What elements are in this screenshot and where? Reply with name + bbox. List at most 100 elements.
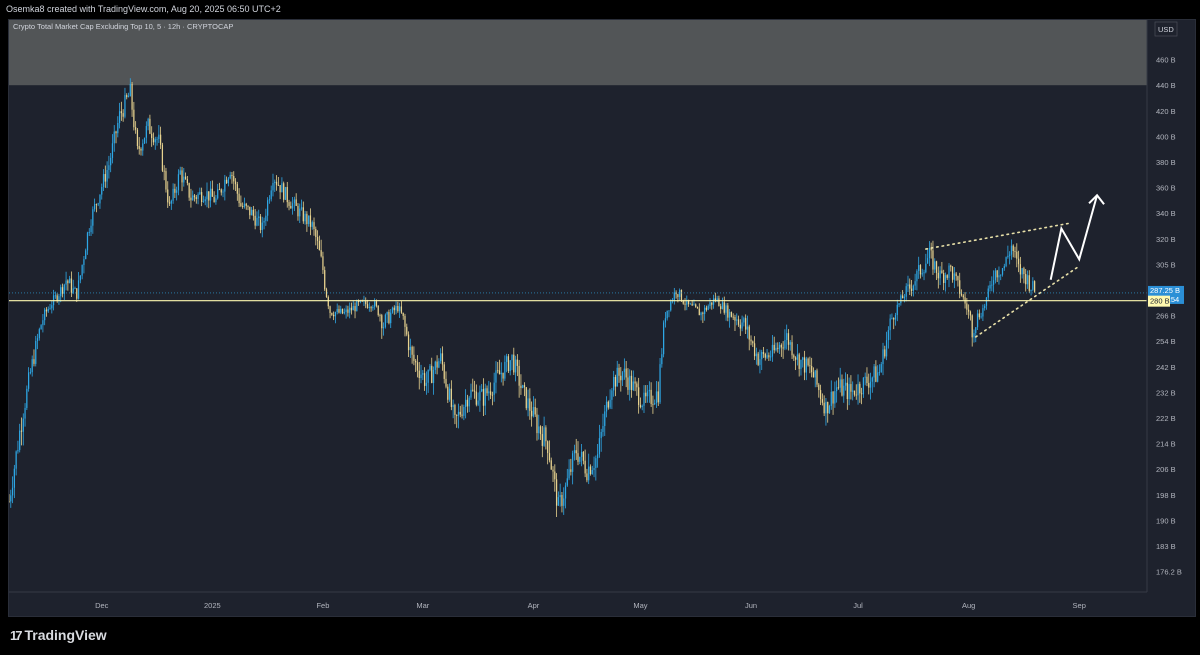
candle-body xyxy=(570,469,572,472)
candle-body xyxy=(869,381,872,388)
candle-body xyxy=(220,189,222,193)
candle-body xyxy=(509,360,511,372)
candle-body xyxy=(470,389,472,398)
candle-body xyxy=(110,157,112,166)
candle-body xyxy=(539,426,542,435)
candle-body xyxy=(934,261,936,270)
candle-body xyxy=(887,330,889,341)
candle-body xyxy=(859,383,861,394)
candle-body xyxy=(183,176,185,183)
candle-body xyxy=(809,365,811,367)
candle-body xyxy=(438,361,440,368)
candle-body xyxy=(900,295,902,304)
candle-body xyxy=(281,183,283,193)
candle-body xyxy=(935,261,938,273)
candle-body xyxy=(67,280,69,284)
candle-body xyxy=(534,407,536,415)
candle-body xyxy=(498,370,501,375)
candle-body xyxy=(941,270,943,273)
candle-body xyxy=(572,453,574,472)
candle-body xyxy=(277,184,279,186)
candle-body xyxy=(853,390,856,395)
candle-body xyxy=(850,384,852,392)
candle-body xyxy=(996,270,998,278)
candle-body xyxy=(131,83,133,110)
candle-body xyxy=(677,294,679,297)
candle-body xyxy=(559,495,561,498)
candle-body xyxy=(290,205,292,209)
y-tick-label: 266 B xyxy=(1156,312,1176,321)
candle-body xyxy=(27,372,30,389)
candle-body xyxy=(97,203,99,205)
candle-body xyxy=(11,487,14,496)
candle-body xyxy=(500,372,502,375)
projection-path xyxy=(1049,195,1099,280)
candle-body xyxy=(793,355,795,358)
candle-body xyxy=(770,356,772,358)
chart-title: Crypto Total Market Cap Excluding Top 10… xyxy=(13,22,233,31)
candle-body xyxy=(773,344,775,351)
candle-body xyxy=(22,418,24,432)
candle-body xyxy=(794,357,797,360)
candle-body xyxy=(802,357,804,360)
candle-body xyxy=(288,202,290,206)
candle-body xyxy=(234,181,237,185)
tradingview-brand[interactable]: 17 TradingView xyxy=(10,627,107,643)
candle-body xyxy=(386,311,388,315)
candle-body xyxy=(379,315,381,316)
candle-body xyxy=(261,222,263,231)
candle-body xyxy=(704,307,706,314)
candle-body xyxy=(291,203,294,209)
candle-body xyxy=(994,270,997,281)
candle-body xyxy=(65,280,67,285)
candle-body xyxy=(725,305,727,313)
candle-body xyxy=(841,379,843,396)
candle-body xyxy=(786,333,788,341)
candle-body xyxy=(1007,255,1009,258)
candle-body xyxy=(1030,289,1032,291)
candle-body xyxy=(800,359,802,369)
candle-body xyxy=(707,306,709,310)
candle-body xyxy=(504,361,506,379)
candle-body xyxy=(766,355,768,358)
candle-body xyxy=(340,308,342,313)
candle-body xyxy=(101,187,103,195)
candle-body xyxy=(905,286,907,297)
candle-body xyxy=(721,302,724,309)
candle-body xyxy=(238,193,240,204)
candle-body xyxy=(1000,274,1002,276)
candle-body xyxy=(695,304,697,307)
candle-body xyxy=(969,311,972,316)
candle-body xyxy=(1005,257,1007,267)
candle-body xyxy=(629,375,631,390)
y-tick-label: 320 B xyxy=(1156,235,1176,244)
candle-body xyxy=(659,364,661,403)
candle-body xyxy=(227,178,230,184)
candle-body xyxy=(882,349,884,365)
candle-body xyxy=(1001,268,1004,275)
candle-body xyxy=(698,308,700,316)
candle-body xyxy=(566,478,568,486)
candle-body xyxy=(454,405,456,415)
candle-body xyxy=(135,127,137,130)
candle-body xyxy=(329,306,331,313)
candle-body xyxy=(613,376,615,391)
candle-body xyxy=(308,215,310,224)
candle-body xyxy=(643,392,645,406)
candle-body xyxy=(347,309,349,313)
candle-body xyxy=(875,366,877,382)
candle-body xyxy=(586,473,588,481)
candle-body xyxy=(857,383,859,396)
chart-frame[interactable]: Crypto Total Market Cap Excluding Top 10… xyxy=(8,19,1196,617)
candle-body xyxy=(409,346,411,351)
candle-body xyxy=(10,495,12,502)
candle-body xyxy=(507,356,510,372)
candle-body xyxy=(632,381,634,391)
bottom-bar: 17 TradingView xyxy=(0,617,1200,655)
candle-body xyxy=(167,189,169,203)
candle-body xyxy=(1023,268,1025,274)
candle-body xyxy=(716,298,718,301)
candlestick-chart[interactable]: Crypto Total Market Cap Excluding Top 10… xyxy=(8,20,1195,616)
candle-body xyxy=(186,179,188,184)
candle-body xyxy=(99,194,101,204)
